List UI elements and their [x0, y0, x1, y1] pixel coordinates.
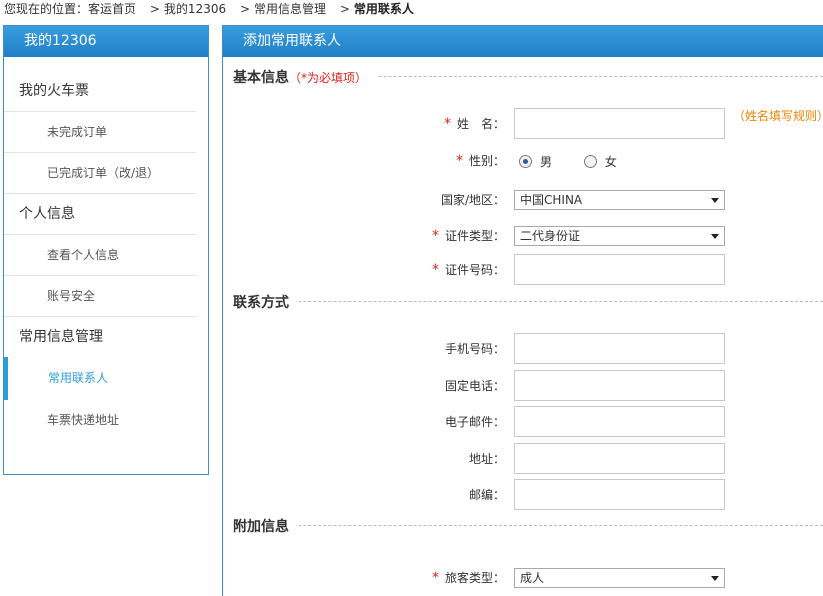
breadcrumb-separator: >	[239, 2, 250, 16]
sidebar-item-contacts[interactable]: 常用联系人	[4, 357, 208, 400]
sidebar-group-info-management: 常用信息管理	[19, 329, 103, 345]
row-zip: 邮编：	[223, 479, 823, 511]
zip-input[interactable]	[514, 479, 725, 510]
gender-female-label[interactable]: 女	[605, 155, 617, 169]
sidebar-title: 我的12306	[4, 26, 208, 57]
main-panel: 添加常用联系人 基本信息（*为必填项） * 姓 名： （姓名填写规则） * 性别： …	[222, 25, 823, 596]
sidebar-nav: 我的火车票 未完成订单 已完成订单（改/退） 个人信息 查看个人信息 账号安全 …	[4, 57, 208, 440]
sidebar-group-tickets: 我的火车票	[4, 71, 196, 112]
sidebar: 我的12306 我的火车票 未完成订单 已完成订单（改/退） 个人信息 查看个人…	[3, 25, 209, 475]
breadcrumb-current: 常用联系人	[353, 2, 414, 16]
sidebar-item-delivery-address[interactable]: 车票快递地址	[4, 400, 196, 440]
section-title-contact: 联系方式	[233, 292, 299, 312]
gender-radio-group: 男 女	[519, 145, 645, 177]
email-label: 电子邮件：	[444, 415, 505, 429]
sidebar-item-finished-orders[interactable]: 已完成订单（改/退）	[4, 153, 196, 194]
sidebar-group-personal-info: 个人信息	[4, 194, 196, 235]
address-input[interactable]	[514, 443, 725, 474]
name-rules-link[interactable]: （姓名填写规则）	[733, 108, 823, 124]
passenger-type-label: * 旅客类型：	[431, 570, 505, 586]
row-phone: 固定电话：	[223, 370, 823, 402]
chevron-down-icon	[711, 576, 719, 581]
row-country: 国家/地区： 中国CHINA	[223, 184, 823, 216]
chevron-down-icon	[711, 234, 719, 239]
sidebar-item-account-security[interactable]: 账号安全	[4, 276, 196, 317]
email-input[interactable]	[514, 406, 725, 437]
gender-male-radio[interactable]	[519, 155, 532, 168]
row-passenger-type: * 旅客类型： 成人	[223, 562, 823, 594]
section-basic-label: 基本信息	[233, 70, 289, 86]
breadcrumb-prefix: 您现在的位置：	[4, 2, 89, 16]
required-mark: *	[431, 228, 439, 244]
required-mark: *	[443, 116, 451, 132]
id-number-label: * 证件号码：	[431, 262, 505, 278]
row-id-number: * 证件号码：	[223, 254, 823, 286]
breadcrumb-separator: >	[339, 2, 350, 16]
row-email: 电子邮件：	[223, 406, 823, 438]
row-gender: * 性别： 男 女	[223, 145, 823, 177]
gender-label: * 性别：	[455, 153, 505, 169]
breadcrumb-home[interactable]: 客运首页	[88, 2, 136, 16]
breadcrumb: 您现在的位置：客运首页 > 我的12306 > 常用信息管理 > 常用联系人	[4, 0, 414, 18]
sidebar-item-view-personal-info[interactable]: 查看个人信息	[4, 235, 196, 276]
row-name: * 姓 名： （姓名填写规则）	[223, 108, 823, 140]
country-label: 国家/地区：	[440, 193, 505, 207]
breadcrumb-my12306[interactable]: 我的12306	[164, 2, 226, 16]
section-divider	[233, 301, 823, 302]
breadcrumb-info-management[interactable]: 常用信息管理	[254, 2, 326, 16]
passenger-type-selected-value: 成人	[520, 571, 545, 585]
id-type-select[interactable]: 二代身份证	[514, 226, 725, 246]
id-number-input[interactable]	[514, 254, 725, 285]
row-id-type: * 证件类型： 二代身份证	[223, 220, 823, 252]
id-type-selected-value: 二代身份证	[520, 229, 581, 243]
required-mark: *	[431, 570, 439, 586]
gender-male-label[interactable]: 男	[540, 155, 552, 169]
required-mark: *	[455, 153, 463, 169]
chevron-down-icon	[711, 198, 719, 203]
sidebar-item-unfinished-orders[interactable]: 未完成订单	[4, 112, 196, 153]
phone-input[interactable]	[514, 370, 725, 401]
country-selected-value: 中国CHINA	[520, 193, 583, 207]
phone-label: 固定电话：	[444, 379, 505, 393]
name-label: * 姓 名：	[443, 116, 505, 132]
required-note: （*为必填项）	[289, 71, 368, 85]
gender-female-radio[interactable]	[583, 155, 597, 168]
id-type-label: * 证件类型：	[431, 228, 505, 244]
breadcrumb-separator: >	[149, 2, 160, 16]
zip-label: 邮编：	[468, 488, 505, 502]
section-divider	[233, 525, 823, 526]
address-label: 地址：	[468, 452, 505, 466]
page-title: 添加常用联系人	[223, 26, 823, 57]
mobile-input[interactable]	[514, 333, 725, 364]
country-select[interactable]: 中国CHINA	[514, 190, 725, 210]
passenger-type-select[interactable]: 成人	[514, 568, 725, 588]
name-input[interactable]	[514, 108, 725, 139]
section-title-extra: 附加信息	[233, 516, 299, 536]
section-title-basic: 基本信息（*为必填项）	[233, 67, 378, 87]
required-mark: *	[431, 262, 439, 278]
row-address: 地址：	[223, 443, 823, 475]
mobile-label: 手机号码：	[444, 342, 505, 356]
row-mobile: 手机号码：	[223, 333, 823, 365]
